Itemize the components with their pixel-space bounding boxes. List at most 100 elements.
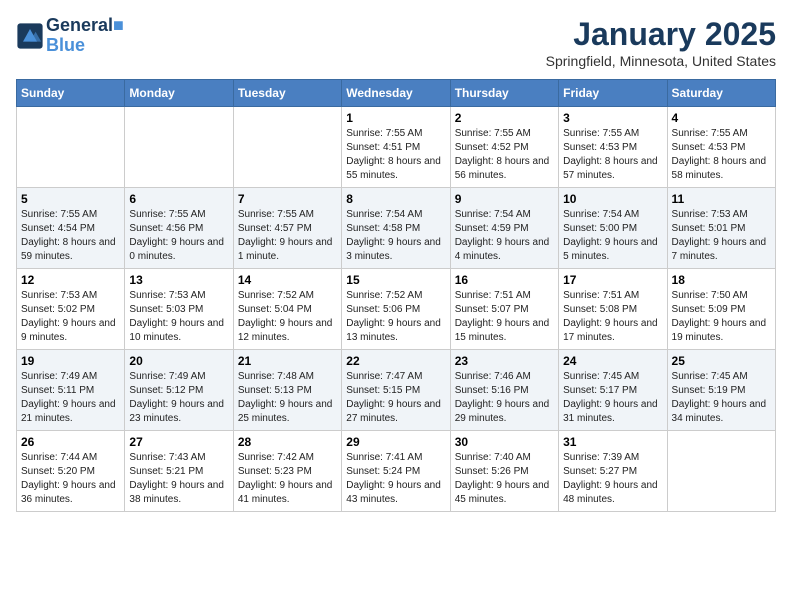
calendar-cell (667, 431, 775, 512)
month-title: January 2025 (546, 16, 776, 53)
calendar-table: SundayMondayTuesdayWednesdayThursdayFrid… (16, 79, 776, 512)
cell-content: Sunrise: 7:55 AMSunset: 4:54 PMDaylight:… (21, 208, 120, 264)
location: Springfield, Minnesota, United States (546, 53, 776, 69)
day-number: 31 (563, 435, 662, 449)
cell-content: Sunrise: 7:42 AMSunset: 5:23 PMDaylight:… (238, 451, 337, 507)
calendar-cell: 15 Sunrise: 7:52 AMSunset: 5:06 PMDayligh… (342, 269, 450, 350)
cell-content: Sunrise: 7:41 AMSunset: 5:24 PMDaylight:… (346, 451, 445, 507)
day-header-tuesday: Tuesday (233, 80, 341, 107)
cell-content: Sunrise: 7:54 AMSunset: 4:59 PMDaylight:… (455, 208, 554, 264)
calendar-cell (233, 107, 341, 188)
day-header-friday: Friday (559, 80, 667, 107)
calendar-cell (17, 107, 125, 188)
calendar-cell: 13 Sunrise: 7:53 AMSunset: 5:03 PMDayligh… (125, 269, 233, 350)
cell-content: Sunrise: 7:52 AMSunset: 5:06 PMDaylight:… (346, 289, 445, 345)
cell-content: Sunrise: 7:40 AMSunset: 5:26 PMDaylight:… (455, 451, 554, 507)
cell-content: Sunrise: 7:55 AMSunset: 4:57 PMDaylight:… (238, 208, 337, 264)
calendar-cell: 1 Sunrise: 7:55 AMSunset: 4:51 PMDaylight… (342, 107, 450, 188)
day-number: 16 (455, 273, 554, 287)
calendar-cell: 23 Sunrise: 7:46 AMSunset: 5:16 PMDayligh… (450, 350, 558, 431)
cell-content: Sunrise: 7:55 AMSunset: 4:53 PMDaylight:… (563, 127, 662, 183)
logo-text: General■ Blue (46, 16, 124, 56)
week-row-2: 5 Sunrise: 7:55 AMSunset: 4:54 PMDaylight… (17, 188, 776, 269)
day-number: 29 (346, 435, 445, 449)
day-number: 9 (455, 192, 554, 206)
cell-content: Sunrise: 7:46 AMSunset: 5:16 PMDaylight:… (455, 370, 554, 426)
day-number: 19 (21, 354, 120, 368)
calendar-cell: 4 Sunrise: 7:55 AMSunset: 4:53 PMDaylight… (667, 107, 775, 188)
cell-content: Sunrise: 7:55 AMSunset: 4:51 PMDaylight:… (346, 127, 445, 183)
day-number: 8 (346, 192, 445, 206)
day-number: 21 (238, 354, 337, 368)
day-number: 13 (129, 273, 228, 287)
day-number: 1 (346, 111, 445, 125)
calendar-cell: 8Sunrise: 7:54 AMSunset: 4:58 PMDaylight… (342, 188, 450, 269)
day-number: 17 (563, 273, 662, 287)
cell-content: Sunrise: 7:51 AMSunset: 5:08 PMDaylight:… (563, 289, 662, 345)
calendar-cell: 14 Sunrise: 7:52 AMSunset: 5:04 PMDayligh… (233, 269, 341, 350)
calendar-cell: 3 Sunrise: 7:55 AMSunset: 4:53 PMDaylight… (559, 107, 667, 188)
cell-content: Sunrise: 7:53 AMSunset: 5:02 PMDaylight:… (21, 289, 120, 345)
cell-content: Sunrise: 7:53 AMSunset: 5:01 PMDaylight:… (672, 208, 771, 264)
cell-content: Sunrise: 7:44 AMSunset: 5:20 PMDaylight:… (21, 451, 120, 507)
calendar-cell: 10 Sunrise: 7:54 AMSunset: 5:00 PMDayligh… (559, 188, 667, 269)
calendar-cell: 12 Sunrise: 7:53 AMSunset: 5:02 PMDayligh… (17, 269, 125, 350)
day-number: 6 (129, 192, 228, 206)
calendar-cell: 25 Sunrise: 7:45 AMSunset: 5:19 PMDayligh… (667, 350, 775, 431)
day-number: 26 (21, 435, 120, 449)
week-row-4: 19Sunrise: 7:49 AMSunset: 5:11 PMDayligh… (17, 350, 776, 431)
day-number: 5 (21, 192, 120, 206)
day-number: 24 (563, 354, 662, 368)
cell-content: Sunrise: 7:47 AMSunset: 5:15 PMDaylight:… (346, 370, 445, 426)
calendar-cell: 24 Sunrise: 7:45 AMSunset: 5:17 PMDayligh… (559, 350, 667, 431)
page-header: General■ Blue January 2025 Springfield, … (16, 16, 776, 69)
cell-content: Sunrise: 7:48 AMSunset: 5:13 PMDaylight:… (238, 370, 337, 426)
day-number: 4 (672, 111, 771, 125)
cell-content: Sunrise: 7:39 AMSunset: 5:27 PMDaylight:… (563, 451, 662, 507)
day-header-wednesday: Wednesday (342, 80, 450, 107)
calendar-cell: 20Sunrise: 7:49 AMSunset: 5:12 PMDayligh… (125, 350, 233, 431)
day-number: 2 (455, 111, 554, 125)
calendar-cell: 5 Sunrise: 7:55 AMSunset: 4:54 PMDaylight… (17, 188, 125, 269)
day-header-sunday: Sunday (17, 80, 125, 107)
cell-content: Sunrise: 7:45 AMSunset: 5:17 PMDaylight:… (563, 370, 662, 426)
cell-content: Sunrise: 7:55 AMSunset: 4:53 PMDaylight:… (672, 127, 771, 183)
day-number: 10 (563, 192, 662, 206)
day-header-monday: Monday (125, 80, 233, 107)
calendar-cell: 6 Sunrise: 7:55 AMSunset: 4:56 PMDaylight… (125, 188, 233, 269)
logo-icon (16, 22, 44, 50)
calendar-cell: 30 Sunrise: 7:40 AMSunset: 5:26 PMDayligh… (450, 431, 558, 512)
day-number: 3 (563, 111, 662, 125)
calendar-cell: 7 Sunrise: 7:55 AMSunset: 4:57 PMDaylight… (233, 188, 341, 269)
logo: General■ Blue (16, 16, 124, 56)
cell-content: Sunrise: 7:52 AMSunset: 5:04 PMDaylight:… (238, 289, 337, 345)
day-number: 30 (455, 435, 554, 449)
calendar-cell: 18 Sunrise: 7:50 AMSunset: 5:09 PMDayligh… (667, 269, 775, 350)
day-number: 22 (346, 354, 445, 368)
cell-content: Sunrise: 7:43 AMSunset: 5:21 PMDaylight:… (129, 451, 228, 507)
day-header-thursday: Thursday (450, 80, 558, 107)
header-row: SundayMondayTuesdayWednesdayThursdayFrid… (17, 80, 776, 107)
day-number: 12 (21, 273, 120, 287)
day-number: 27 (129, 435, 228, 449)
day-number: 15 (346, 273, 445, 287)
day-number: 23 (455, 354, 554, 368)
week-row-3: 12 Sunrise: 7:53 AMSunset: 5:02 PMDayligh… (17, 269, 776, 350)
calendar-cell: 2Sunrise: 7:55 AMSunset: 4:52 PMDaylight… (450, 107, 558, 188)
day-number: 14 (238, 273, 337, 287)
day-number: 18 (672, 273, 771, 287)
cell-content: Sunrise: 7:51 AMSunset: 5:07 PMDaylight:… (455, 289, 554, 345)
calendar-cell: 17 Sunrise: 7:51 AMSunset: 5:08 PMDayligh… (559, 269, 667, 350)
cell-content: Sunrise: 7:45 AMSunset: 5:19 PMDaylight:… (672, 370, 771, 426)
day-number: 7 (238, 192, 337, 206)
day-number: 25 (672, 354, 771, 368)
calendar-cell: 21 Sunrise: 7:48 AMSunset: 5:13 PMDayligh… (233, 350, 341, 431)
calendar-cell: 19Sunrise: 7:49 AMSunset: 5:11 PMDayligh… (17, 350, 125, 431)
calendar-cell: 22 Sunrise: 7:47 AMSunset: 5:15 PMDayligh… (342, 350, 450, 431)
cell-content: Sunrise: 7:50 AMSunset: 5:09 PMDaylight:… (672, 289, 771, 345)
cell-content: Sunrise: 7:53 AMSunset: 5:03 PMDaylight:… (129, 289, 228, 345)
cell-content: Sunrise: 7:54 AMSunset: 5:00 PMDaylight:… (563, 208, 662, 264)
day-number: 20 (129, 354, 228, 368)
week-row-1: 1 Sunrise: 7:55 AMSunset: 4:51 PMDaylight… (17, 107, 776, 188)
cell-content: Sunrise: 7:55 AMSunset: 4:56 PMDaylight:… (129, 208, 228, 264)
